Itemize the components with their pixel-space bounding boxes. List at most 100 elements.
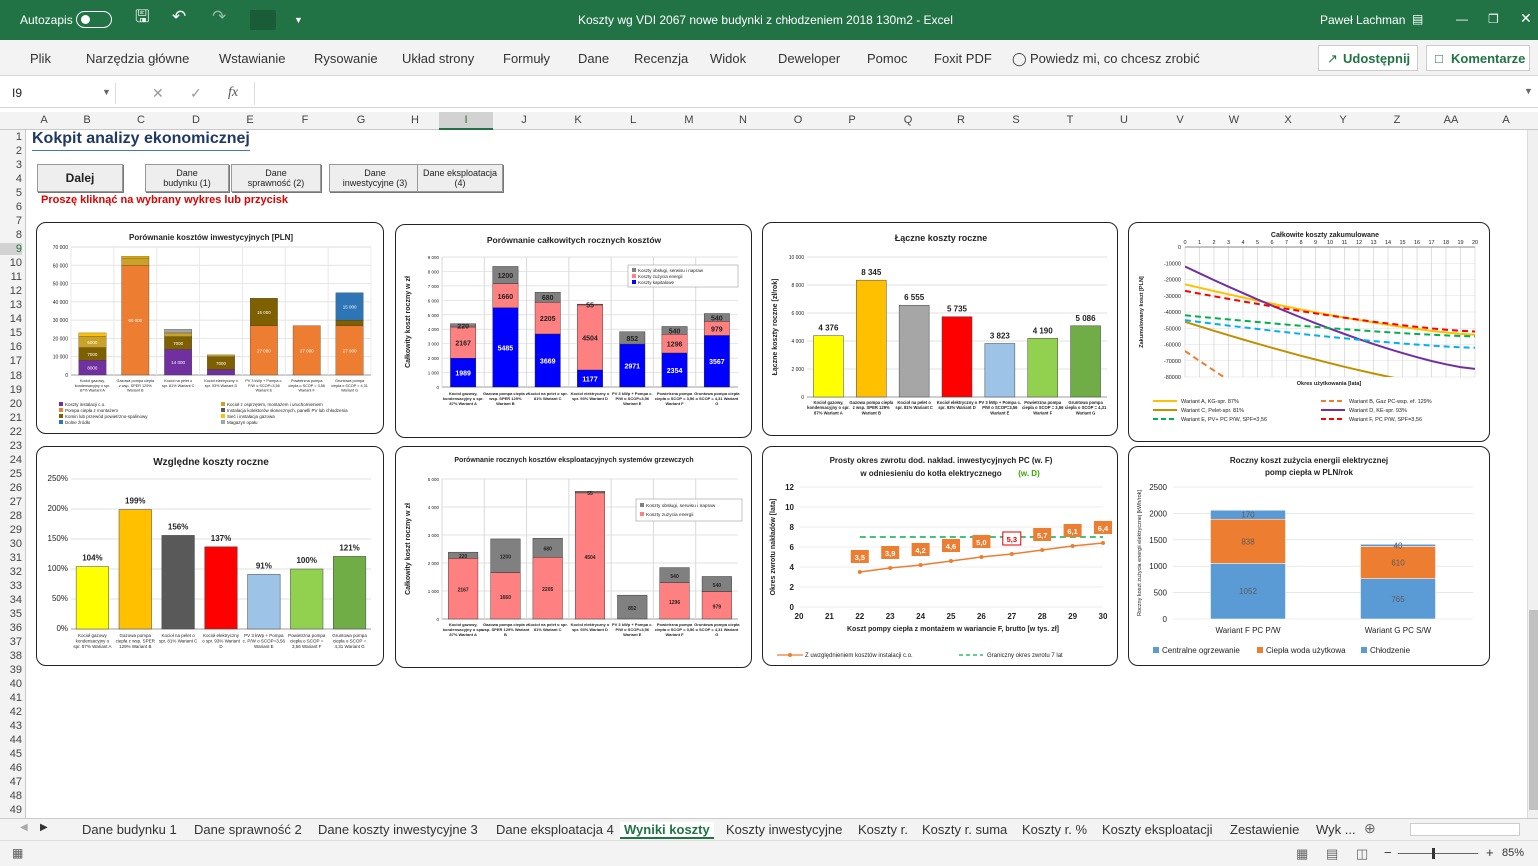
row-header-3[interactable]: 3: [0, 159, 22, 171]
menu-plik[interactable]: Plik: [30, 51, 51, 66]
menu-developer[interactable]: Deweloper: [778, 51, 840, 66]
tab-scroll-left-icon[interactable]: ◀: [20, 822, 28, 833]
column-header-AA[interactable]: AA: [1439, 114, 1463, 126]
row-header-29[interactable]: 29: [0, 524, 22, 536]
add-sheet-icon[interactable]: ⊕: [1364, 820, 1376, 837]
column-header-P[interactable]: P: [840, 114, 864, 126]
row-header-4[interactable]: 4: [0, 173, 22, 185]
row-header-30[interactable]: 30: [0, 538, 22, 550]
menu-view[interactable]: Widok: [710, 51, 746, 66]
vertical-scrollbar[interactable]: [1527, 130, 1538, 818]
row-header-5[interactable]: 5: [0, 187, 22, 199]
row-header-35[interactable]: 35: [0, 608, 22, 620]
row-header-39[interactable]: 39: [0, 664, 22, 676]
horizontal-scrollbar[interactable]: [1410, 823, 1520, 836]
column-header-Z[interactable]: Z: [1385, 114, 1409, 126]
column-header-H[interactable]: H: [403, 114, 427, 126]
column-header-N[interactable]: N: [731, 114, 755, 126]
column-header-E[interactable]: E: [238, 114, 262, 126]
formula-input[interactable]: [254, 82, 1522, 105]
row-header-19[interactable]: 19: [0, 384, 22, 396]
tab-zestawienie[interactable]: Zestawienie: [1230, 822, 1299, 837]
column-header-T[interactable]: T: [1058, 114, 1082, 126]
row-header-47[interactable]: 47: [0, 776, 22, 788]
row-header-27[interactable]: 27: [0, 496, 22, 508]
tab-dane-eksploatacja[interactable]: Dane eksploatacja 4: [496, 822, 614, 837]
row-header-38[interactable]: 38: [0, 650, 22, 662]
save-icon[interactable]: 🖫: [135, 8, 149, 25]
menu-foxit[interactable]: Foxit PDF: [934, 51, 992, 66]
column-header-G[interactable]: G: [349, 114, 373, 126]
column-header-U[interactable]: U: [1112, 114, 1136, 126]
row-header-40[interactable]: 40: [0, 678, 22, 690]
row-header-42[interactable]: 42: [0, 706, 22, 718]
row-header-17[interactable]: 17: [0, 355, 22, 367]
row-header-20[interactable]: 20: [0, 398, 22, 410]
tab-wyniki-koszty[interactable]: Wyniki koszty: [620, 822, 714, 839]
row-header-28[interactable]: 28: [0, 510, 22, 522]
column-header-B[interactable]: B: [75, 114, 99, 126]
page-break-view-icon[interactable]: ◫: [1356, 846, 1368, 862]
payback-period-chart[interactable]: Prosty okres zwrotu dod. nakład. inwesty…: [762, 446, 1118, 666]
row-header-12[interactable]: 12: [0, 285, 22, 297]
column-header-W[interactable]: W: [1222, 114, 1246, 126]
row-header-6[interactable]: 6: [0, 201, 22, 213]
menu-formulas[interactable]: Formuły: [503, 51, 550, 66]
column-header-O[interactable]: O: [786, 114, 810, 126]
tab-wyk[interactable]: Wyk ...: [1316, 822, 1356, 837]
menu-review[interactable]: Recenzja: [634, 51, 688, 66]
tab-dane-sprawnosc[interactable]: Dane sprawność 2: [194, 822, 302, 837]
row-header-36[interactable]: 36: [0, 622, 22, 634]
menu-draw[interactable]: Rysowanie: [314, 51, 378, 66]
column-header-L[interactable]: L: [621, 114, 645, 126]
combined-annual-costs-chart[interactable]: Łączne koszty roczne 0 2 000 4 000 6 000 8 00…: [762, 222, 1118, 436]
investment-costs-chart[interactable]: Porównanie kosztów inwestycyjnych [PLN] 0…: [36, 222, 384, 434]
redo-icon[interactable]: ↷: [212, 8, 226, 25]
insert-function-icon[interactable]: fx: [228, 85, 238, 101]
zoom-out-icon[interactable]: −: [1384, 845, 1392, 860]
row-header-21[interactable]: 21: [0, 412, 22, 424]
row-header-8[interactable]: 8: [0, 229, 22, 241]
expand-formula-icon[interactable]: ▼: [1524, 86, 1533, 96]
column-header-Y[interactable]: Y: [1331, 114, 1355, 126]
tell-me-search[interactable]: Powiedz mi, co chcesz zrobić: [1030, 51, 1200, 66]
column-header-A[interactable]: A: [32, 114, 56, 126]
row-header-46[interactable]: 46: [0, 762, 22, 774]
ribbon-display-icon[interactable]: ▤: [1412, 11, 1423, 27]
tab-dane-koszty-inwestycyjne[interactable]: Dane koszty inwestycyjne 3: [318, 822, 478, 837]
row-header-48[interactable]: 48: [0, 790, 22, 802]
investment-data-button[interactable]: Dane inwestycyjne (3): [329, 164, 421, 192]
row-header-23[interactable]: 23: [0, 440, 22, 452]
column-header-X[interactable]: X: [1276, 114, 1300, 126]
tab-koszty-r[interactable]: Koszty r.: [858, 822, 908, 837]
column-header-S[interactable]: S: [1004, 114, 1028, 126]
efficiency-data-button[interactable]: Dane sprawność (2): [231, 164, 321, 192]
worksheet[interactable]: Kokpit analizy ekonomicznej Dalej Dane bu…: [27, 130, 1538, 818]
tab-koszty-r-procent[interactable]: Koszty r. %: [1022, 822, 1087, 837]
column-header-I[interactable]: I: [439, 112, 493, 130]
menu-help[interactable]: Pomoc: [867, 51, 907, 66]
row-header-49[interactable]: 49: [0, 804, 22, 816]
tab-koszty-eksploatacji[interactable]: Koszty eksploatacji: [1102, 822, 1213, 837]
row-header-34[interactable]: 34: [0, 594, 22, 606]
zoom-in-icon[interactable]: +: [1486, 845, 1494, 860]
row-header-15[interactable]: 15: [0, 327, 22, 339]
menu-home[interactable]: Narzędzia główne: [86, 51, 189, 66]
autosave-toggle[interactable]: [76, 11, 112, 28]
row-header-22[interactable]: 22: [0, 426, 22, 438]
menu-data[interactable]: Dane: [578, 51, 609, 66]
form-icon[interactable]: [250, 10, 276, 30]
next-button[interactable]: Dalej: [37, 164, 123, 192]
tab-dane-budynku[interactable]: Dane budynku 1: [82, 822, 177, 837]
row-header-2[interactable]: 2: [0, 145, 22, 157]
relative-costs-chart[interactable]: Względne koszty roczne 0% 50% 100% 150% 200% 2…: [36, 446, 384, 666]
row-header-26[interactable]: 26: [0, 482, 22, 494]
cumulative-costs-chart[interactable]: Całkowite koszty zakumulowane 0 -10000 -200…: [1128, 222, 1490, 442]
zoom-level[interactable]: 85%: [1502, 847, 1524, 859]
row-header-9[interactable]: 9: [0, 243, 22, 256]
column-header-K[interactable]: K: [566, 114, 590, 126]
user-name[interactable]: Paweł Lachman: [1320, 12, 1405, 28]
column-header-F[interactable]: F: [293, 114, 317, 126]
minimize-icon[interactable]: —: [1456, 11, 1468, 27]
close-icon[interactable]: ✕: [1520, 10, 1532, 26]
